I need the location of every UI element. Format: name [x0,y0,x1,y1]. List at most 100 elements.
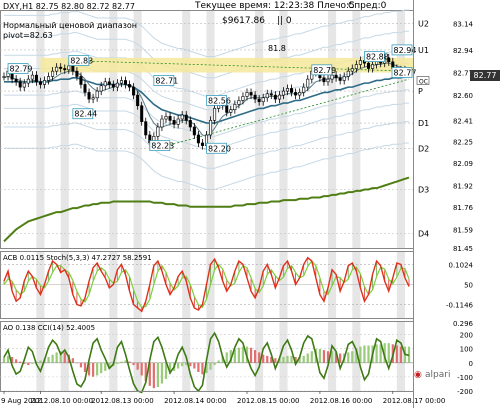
price-label: 82.79 [10,65,33,74]
ao-bar [55,352,58,363]
pivot-level-label: U2 [418,19,429,28]
candle-body [188,120,192,128]
ao-bar [140,362,143,376]
ao-bar [79,362,83,368]
ao-bar [71,358,74,363]
candle-body [156,126,160,137]
time-tick-label: 2012.08.10 00:00 [30,397,92,405]
price-tick-label: 82.25 [453,139,473,147]
candle-body [18,81,22,88]
ao-bar [318,348,322,363]
ao-bar [395,345,398,363]
candle-body [83,84,87,93]
candle-body [366,62,371,69]
ao-bar [266,355,269,363]
logo-mark-icon: ◉ [414,370,422,380]
time-tick-label: 2012.08.13 00:00 [91,397,153,405]
ao-bar [6,355,10,363]
candle-body [172,120,176,125]
candle-body [63,68,67,71]
candle-body [168,116,172,121]
candle-body [233,104,237,111]
ao-bar [47,357,50,363]
session-stripe [133,322,142,391]
ao-bar [375,344,378,363]
ao-bar [237,347,241,363]
pivot-label: pivot=82.63 [3,31,53,40]
candle-body [26,78,30,84]
ao-bar [225,352,228,363]
ao-bar [274,358,277,363]
price-label: 82.88 [366,53,389,62]
normal-range-label: Нормальный ценовой диапазон [3,21,138,30]
session-stripe [352,11,361,248]
candle-body [67,65,71,71]
price-tick-label: 82.09 [453,160,473,168]
candle-body [107,81,111,85]
position-count-info: || 0 [277,16,292,26]
price-axis: 83.1482.9482.7782.6082.4182.2582.0981.92… [413,0,474,408]
ao-bar [322,350,326,363]
candle-body [350,68,354,72]
candle-body [354,64,358,69]
price-label: 82.94 [394,46,417,55]
ao-tick-label: -100 [457,374,473,382]
ao-bar [387,343,390,363]
ao-bar [249,347,253,363]
candle-body [358,60,362,65]
price-tick-label: 83.14 [453,20,474,28]
candle-body [30,74,34,80]
ao-bar [63,352,66,363]
ao-bar [120,361,123,363]
price-tick-label: 81.59 [453,226,473,234]
candle-body [14,78,18,83]
ao-bar [310,351,313,363]
price-tick-label: 81.45 [453,245,473,253]
candle-body [184,114,188,121]
pivot-level-label: P [418,87,423,96]
stoch-tick-label: -0.1146 [446,302,474,310]
chart-canvas[interactable]: U2 U1 P D1 D2 D3 D4 81.8 82.79 82.83 82.71 82.44 82.… [0,0,500,408]
ao-bar [19,361,22,363]
candle-body [34,74,38,83]
ao-bar [286,355,289,363]
ao-bar [201,362,204,375]
ao-bar [91,362,95,377]
candle-body [91,97,95,100]
candle-body [59,66,63,69]
candle-body [302,86,306,93]
price-label: 82.44 [74,110,97,119]
ao-bar [253,350,257,363]
current-price-tag: 82.77 [470,70,500,81]
time-tick-label: 2012.08.14 00:00 [164,397,226,405]
time-axis: 9 Aug 20122012.08.10 00:002012.08.13 00:… [0,391,445,405]
candle-body [322,77,326,83]
ao-bar [189,362,192,367]
candle-body [2,76,6,78]
candle-body [51,70,55,77]
time-tick-label: 2012.08.16 00:00 [310,397,372,405]
session-stripe [36,322,45,391]
ao-bar [217,360,220,363]
ao-bar [351,351,354,363]
pivot-level-label: D3 [418,185,429,194]
ao-bar [124,360,127,363]
candle-body [71,65,75,72]
ao-bar [31,362,34,364]
ao-bar [241,346,245,363]
candle-body [136,94,140,107]
broker-logo: ◉ alpari [414,370,450,380]
price-label: 82.79 [313,66,336,75]
ao-bar [39,360,42,363]
candle-body [99,85,103,92]
candle-body [273,94,277,100]
candle-body [164,116,168,120]
current-time-info: Текущее время: 12:23:38 Плечо:5 [195,1,355,11]
oc-marker-label: OC [419,78,428,85]
stoch-tick-label: 50 [464,282,473,290]
candle-body [294,92,298,96]
price-label: 82.83 [70,57,93,66]
price-label: 82.56 [208,96,231,105]
session-stripe [182,252,191,318]
ao-tick-label: 100 [460,346,473,354]
